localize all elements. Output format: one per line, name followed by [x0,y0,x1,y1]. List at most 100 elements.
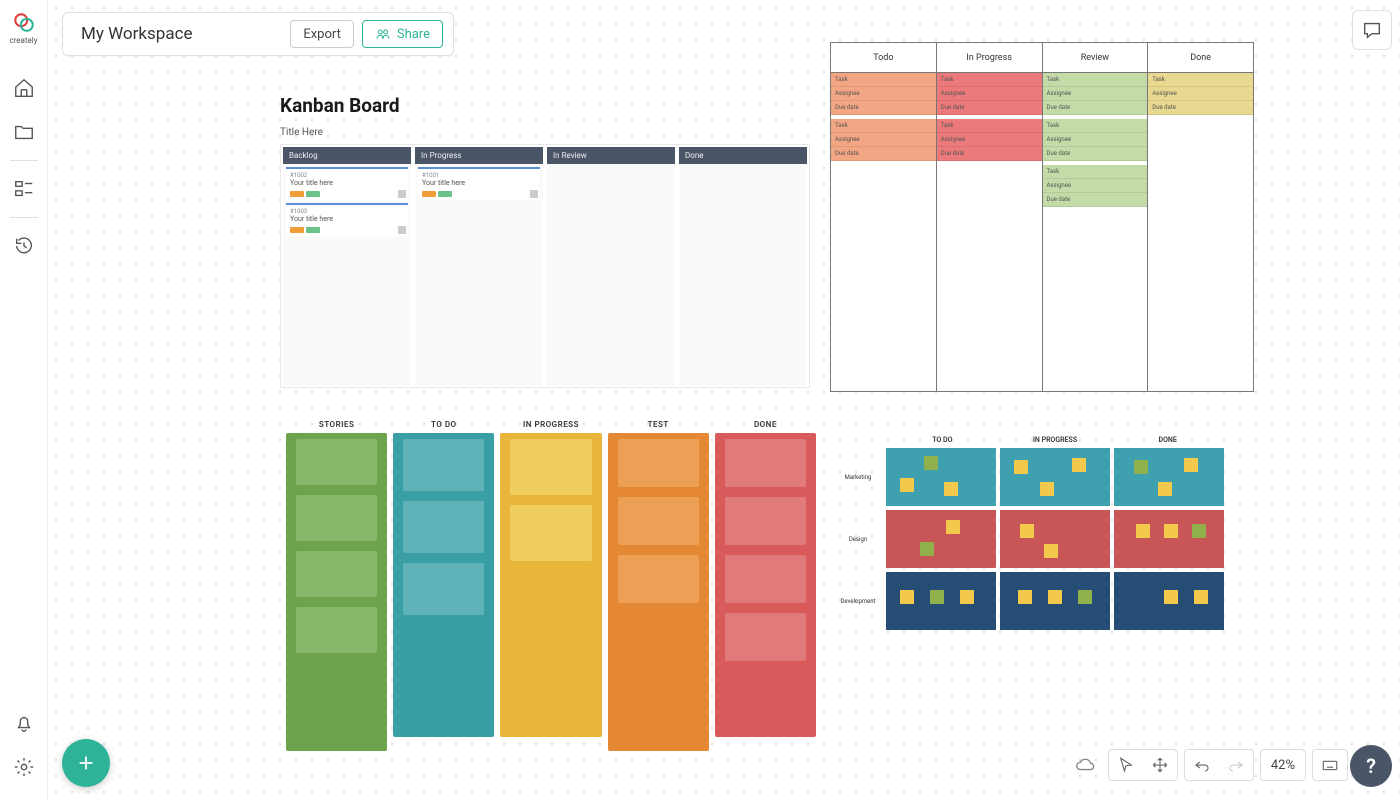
kanban-card[interactable]: #1002 Your title here [286,167,408,200]
column-done [715,433,816,737]
kanban-card[interactable]: #1001 Your title here [418,167,540,200]
sticky-note-icon [1164,590,1178,604]
app-logo[interactable]: creately [4,8,44,48]
undo-button[interactable] [1185,749,1219,781]
sticky-note-icon [1184,458,1198,472]
column-stories [286,433,387,751]
kanban-column-review: In Review [547,147,675,385]
help-button[interactable]: ? [1350,745,1392,787]
table-row: Assignee [831,133,936,147]
sticky-note-icon [1020,524,1034,538]
history-button[interactable] [0,224,48,268]
notifications-button[interactable] [0,701,48,745]
settings-button[interactable] [0,745,48,789]
swimlane-cell [886,448,996,506]
folder-icon [13,121,35,143]
chat-button[interactable] [1352,10,1392,50]
column-header: IN PROGRESS [500,420,601,429]
shapes-icon [13,178,35,200]
kanban-template-table[interactable]: Todo Task Assignee Due date Task Assigne… [830,42,1254,392]
card-assignee-icon [398,190,406,198]
tool-group [1108,749,1178,781]
table-row: Due date [937,147,1042,161]
card-block [296,495,377,541]
sticky-note-icon [946,520,960,534]
kanban-template-detailed[interactable]: Kanban Board Title Here Backlog #1002 Yo… [280,94,810,388]
card-title: Your title here [290,215,404,223]
tag-icon [306,227,320,233]
swimlane-cell [1114,572,1224,630]
column-test [608,433,709,751]
template-subtitle: Title Here [280,127,810,138]
column-header: In Progress [937,43,1042,73]
canvas[interactable]: Kanban Board Title Here Backlog #1002 Yo… [48,0,1400,799]
column-header: Todo [831,43,936,73]
move-icon [1151,756,1169,774]
help-label: ? [1366,754,1376,778]
table-row: Task [831,119,936,133]
kanban-column-done: Done [679,147,807,385]
tag-icon [438,191,452,197]
history-group [1184,749,1254,781]
columns [286,433,816,751]
column-header: Done [679,147,807,164]
tag-icon [422,191,436,197]
plus-icon [75,752,97,774]
kanban-card[interactable]: #1003 Your title here [286,203,408,236]
table-row: Task [1043,119,1148,133]
card-assignee-icon [530,190,538,198]
home-button[interactable] [0,66,48,110]
home-icon [13,77,35,99]
row-label: Development [830,598,886,605]
left-sidebar: creately [0,0,48,799]
kanban-column-progress: In Progress #1001 Your title here [415,147,543,385]
table-row: Due date [1043,147,1148,161]
swimlane-row: Development [830,572,1224,630]
column-header: TO DO [393,420,494,429]
workspace-title[interactable]: My Workspace [81,24,282,44]
bottom-toolbar: 42% [1068,749,1348,781]
column-header: Review [1043,43,1148,73]
column-header: Done [1148,43,1253,73]
sync-status[interactable] [1068,749,1102,781]
export-button[interactable]: Export [290,20,354,48]
shapes-button[interactable] [0,167,48,211]
table-row: Assignee [1043,133,1148,147]
row-label: Design [830,536,886,543]
card-block [403,439,484,491]
undo-icon [1193,756,1211,774]
sticky-note-icon [1164,524,1178,538]
column-header: In Review [547,147,675,164]
card-title: Your title here [290,179,404,187]
zoom-level[interactable]: 42% [1260,749,1306,781]
folder-button[interactable] [0,110,48,154]
card-block [296,607,377,653]
sticky-note-icon [1134,460,1148,474]
add-button[interactable] [62,739,110,787]
redo-button[interactable] [1219,749,1253,781]
card-block [296,439,377,485]
sticky-note-icon [1194,590,1208,604]
tag-icon [290,227,304,233]
swimlane-cell [1000,448,1110,506]
history-icon [13,235,35,257]
cloud-icon [1074,754,1096,776]
table-row: Due date [1043,193,1148,207]
table-row: Task [937,119,1042,133]
share-button[interactable]: Share [362,20,443,48]
pointer-tool[interactable] [1109,749,1143,781]
keyboard-button[interactable] [1313,749,1347,781]
sticky-note-icon [924,456,938,470]
table-row: Assignee [1043,179,1148,193]
column-header: TEST [608,420,709,429]
pan-tool[interactable] [1143,749,1177,781]
card-block [403,563,484,615]
swimlane-cell [886,510,996,568]
card-assignee-icon [398,226,406,234]
card-block [725,439,806,487]
table-row: Due date [1148,101,1253,115]
kanban-template-colored[interactable]: STORIES TO DO IN PROGRESS TEST DONE [286,420,816,751]
kanban-template-swimlane[interactable]: TO DO IN PROGRESS DONE Marketing Design … [830,436,1224,634]
card-block [725,613,806,661]
row-label: Marketing [830,474,886,481]
